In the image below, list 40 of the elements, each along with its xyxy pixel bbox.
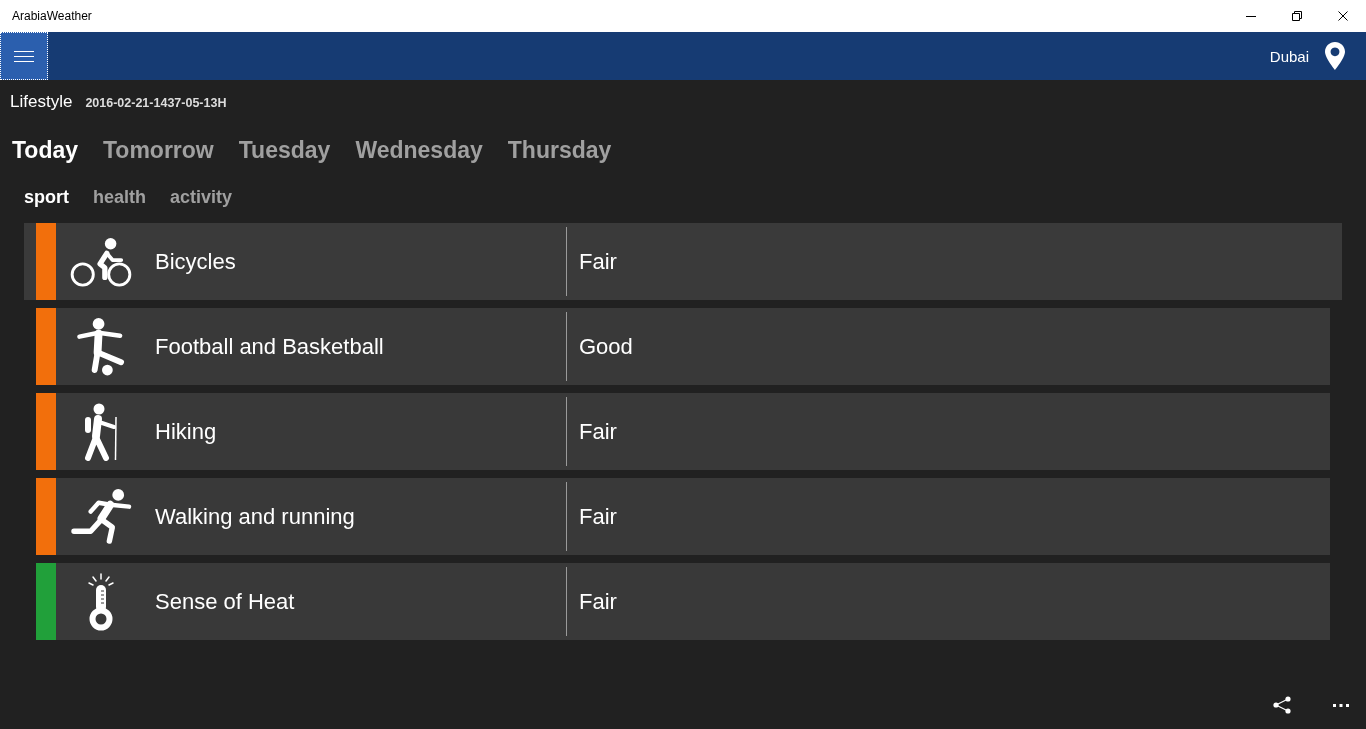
day-tab[interactable]: Today	[12, 136, 79, 164]
menu-icon	[14, 50, 34, 62]
cyclist-icon	[70, 236, 132, 287]
thermometer-icon	[88, 572, 114, 631]
restore-icon[interactable]	[1292, 11, 1302, 21]
day-tab[interactable]: Tomorrow	[103, 136, 214, 164]
minimize-icon[interactable]	[1246, 15, 1256, 17]
activity-name: Bicycles	[155, 248, 237, 275]
hiker-icon	[83, 402, 119, 461]
rating-value: Fair	[579, 248, 617, 275]
window-title: ArabiaWeather	[12, 9, 92, 23]
day-tab[interactable]: Tuesday	[238, 136, 331, 164]
more-options-icon[interactable]	[1333, 703, 1349, 707]
activity-row[interactable]: Walking and running Fair	[36, 478, 1330, 555]
activity-row[interactable]: Hiking Fair	[36, 393, 1330, 470]
page-title: Lifestyle	[10, 92, 73, 112]
activity-name: Football and Basketball	[155, 333, 385, 360]
activity-name: Sense of Heat	[155, 588, 296, 615]
rating-value: Fair	[579, 418, 617, 445]
city-name[interactable]: Dubai	[1269, 47, 1309, 65]
activity-row[interactable]: Football and Basketball Good	[36, 308, 1330, 385]
runner-icon	[70, 488, 132, 545]
activity-name: Walking and running	[155, 503, 356, 530]
rating-value: Good	[579, 333, 633, 360]
rating-value: Fair	[579, 588, 617, 615]
map-pin-icon[interactable]	[1325, 42, 1345, 70]
activity-row[interactable]: Bicycles Fair	[24, 223, 1342, 300]
activity-row[interactable]: Sense of Heat Fair	[36, 563, 1330, 640]
share-icon[interactable]	[1273, 696, 1291, 714]
category-tab[interactable]: activity	[170, 186, 233, 208]
day-tab[interactable]: Wednesday	[355, 136, 483, 164]
update-timestamp: 2016-02-21-1437-05-13H	[85, 96, 227, 110]
category-tab[interactable]: sport	[24, 186, 69, 208]
activity-name: Hiking	[155, 418, 218, 445]
day-tab[interactable]: Thursday	[507, 136, 612, 164]
rating-value: Fair	[579, 503, 617, 530]
menu-button[interactable]	[0, 32, 48, 80]
category-tab[interactable]: health	[93, 186, 146, 208]
close-icon[interactable]	[1338, 11, 1348, 21]
soccer-player-icon	[76, 317, 126, 376]
